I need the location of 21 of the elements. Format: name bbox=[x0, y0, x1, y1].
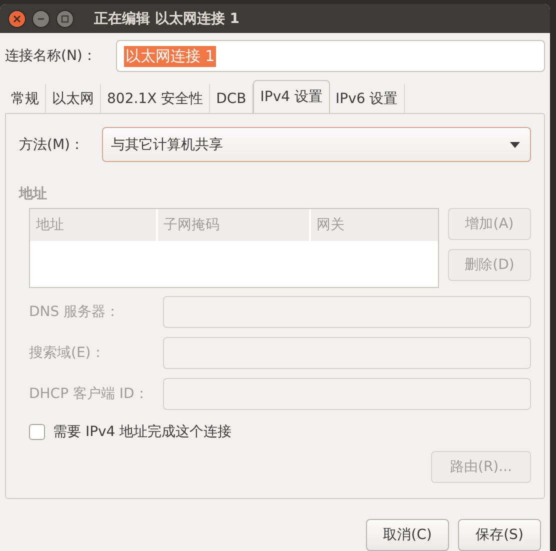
section-heading: 地址 bbox=[19, 185, 47, 203]
caret-icon bbox=[510, 142, 520, 148]
field-label: 搜索域(E)： bbox=[29, 344, 106, 362]
tab[interactable]: 以太网 bbox=[46, 84, 101, 113]
minimize-icon[interactable] bbox=[32, 10, 50, 28]
tab[interactable]: IPv6 设置 bbox=[330, 84, 405, 113]
method-dropdown[interactable]: 与其它计算机共享 bbox=[102, 127, 531, 162]
close-icon[interactable] bbox=[8, 10, 26, 28]
maximize-icon[interactable] bbox=[56, 10, 74, 28]
field-label: 连接名称(N)： bbox=[5, 47, 96, 65]
dialog-button[interactable]: 取消(C) bbox=[366, 519, 449, 551]
tab[interactable]: IPv4 设置 bbox=[253, 80, 330, 113]
tab[interactable]: 常规 bbox=[5, 84, 46, 113]
tab[interactable]: 802.1X 安全性 bbox=[101, 84, 210, 113]
field-label: DHCP 客户端 ID： bbox=[29, 385, 150, 403]
checkbox[interactable] bbox=[29, 424, 45, 440]
dialog-button[interactable]: 保存(S) bbox=[458, 519, 541, 551]
window-title: 正在编辑 以太网连接 1 bbox=[94, 10, 240, 28]
field-label: 方法(M)： bbox=[19, 136, 84, 154]
field-label: DNS 服务器： bbox=[29, 303, 121, 321]
checkbox-label: 需要 IPv4 地址完成这个连接 bbox=[53, 423, 232, 441]
